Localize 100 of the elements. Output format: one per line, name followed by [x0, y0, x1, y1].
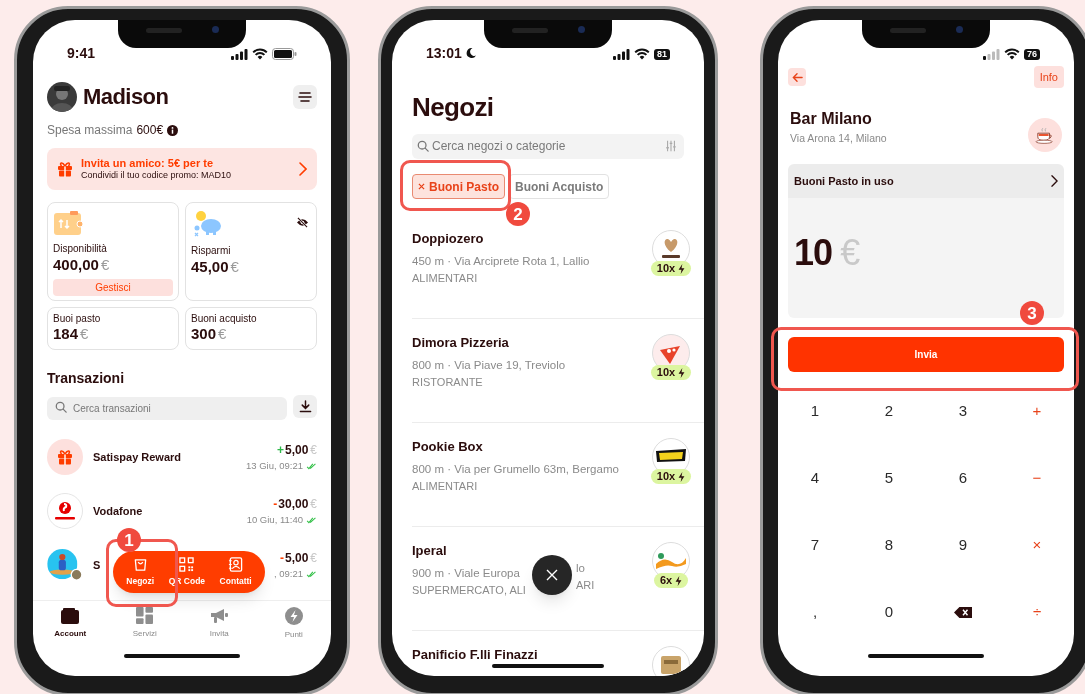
- bolt-icon: [678, 263, 686, 274]
- balance-amount: 45,00: [191, 257, 229, 277]
- battery-icon: [272, 48, 297, 60]
- close-icon: [546, 569, 558, 581]
- transaction-name: Satispay Reward: [93, 449, 182, 465]
- keypad-key[interactable]: 2: [852, 378, 926, 445]
- balance-label: Buoi pasto: [53, 312, 102, 326]
- coffee-cup-icon: [1034, 126, 1056, 144]
- tab[interactable]: Punti: [263, 606, 324, 641]
- keypad-key[interactable]: ÷: [1000, 579, 1074, 646]
- signal-icon: [231, 48, 248, 60]
- merchant-name: Bar Milano: [790, 109, 873, 130]
- send-button[interactable]: Invia: [788, 337, 1064, 372]
- balance-card[interactable]: Buoi pasto 184€: [47, 307, 179, 350]
- currency-symbol: €: [310, 441, 317, 459]
- close-icon: [418, 183, 425, 190]
- keypad-key[interactable]: +: [1000, 378, 1074, 445]
- transaction-date: 13 Giu, 09:21: [245, 458, 303, 473]
- quick-action[interactable]: Negozi: [123, 556, 158, 588]
- transaction-date: 10 Giu, 11:40: [246, 512, 303, 527]
- keypad-key[interactable]: 8: [852, 512, 926, 579]
- multiplier-text: 10x: [656, 367, 676, 378]
- tab[interactable]: Servizi: [114, 607, 175, 640]
- currency-symbol: €: [310, 495, 317, 513]
- tab[interactable]: Account: [40, 607, 101, 640]
- wallet-icon: [61, 607, 80, 624]
- store-address: 800 m · Via Piave 19, Treviolo: [412, 359, 566, 371]
- quick-action[interactable]: Contatti: [216, 556, 255, 588]
- keypad-key[interactable]: 5: [852, 445, 926, 512]
- tab[interactable]: Invita: [189, 607, 250, 640]
- amount-value: 10: [794, 231, 833, 275]
- voucher-selector[interactable]: Buoni Pasto in uso: [788, 164, 1064, 198]
- bolt-icon: [678, 367, 686, 378]
- filter-chip[interactable]: Buoni Acquisto: [509, 174, 610, 199]
- promo-banner[interactable]: Invita un amico: 5€ per te Condividi il tuo codice promo: MAD10: [47, 148, 317, 190]
- piggy-bank-icon: [192, 211, 222, 237]
- keypad-key[interactable]: 7: [778, 512, 852, 579]
- backspace-icon: [954, 607, 972, 618]
- eye-off-icon[interactable]: [296, 217, 309, 228]
- spending-value: 600€: [136, 122, 164, 139]
- store-address: 900 m · Viale Europa: [412, 567, 520, 579]
- keypad-key[interactable]: ×: [1000, 512, 1074, 579]
- keypad-key[interactable]: 9: [926, 512, 1000, 579]
- keypad-key[interactable]: ,: [778, 579, 852, 646]
- multiplier-text: 10x: [656, 263, 676, 274]
- transaction-date: , 09:21: [273, 566, 303, 581]
- section-title: Transazioni: [46, 369, 126, 388]
- wifi-icon: [634, 48, 650, 60]
- store-address: 800 m · Via per Grumello 63m, Bergamo: [412, 463, 619, 475]
- search-field[interactable]: Cerca negozi o categorie: [412, 133, 684, 159]
- keypad-key[interactable]: 4: [778, 445, 852, 512]
- store-category: SUPERMERCATO, ALI: [412, 584, 526, 596]
- menu-button[interactable]: [293, 84, 317, 109]
- store-name: Dimora Pizzeria: [412, 334, 510, 352]
- multiplier-text: 10x: [656, 471, 676, 482]
- transaction-amount: 5,00: [284, 441, 309, 459]
- store-address: 450 m · Via Arciprete Rota 1, Lallio: [412, 255, 590, 267]
- wifi-icon: [1004, 48, 1020, 60]
- balance-card[interactable]: Disponibilità 400,00€ Gestisci: [47, 202, 179, 301]
- balance-label: Risparmi: [191, 245, 232, 258]
- transaction-name: S: [93, 557, 101, 573]
- balance-label: Disponibilità: [53, 243, 108, 256]
- transaction-name: Vodafone: [93, 503, 143, 519]
- menu-icon: [298, 91, 312, 102]
- bolt-icon: [675, 575, 683, 586]
- wifi-icon: [252, 48, 268, 60]
- currency-symbol: €: [840, 231, 861, 275]
- close-button[interactable]: [532, 555, 572, 595]
- store-category: ALIMENTARI: [412, 480, 478, 492]
- currency-symbol: €: [230, 257, 239, 277]
- search-field[interactable]: Cerca transazioni: [47, 397, 287, 420]
- info-icon: [167, 124, 179, 136]
- search-icon: [55, 400, 67, 413]
- signal-icon: [613, 48, 630, 60]
- back-button[interactable]: [788, 68, 806, 86]
- balance-amount: 300: [191, 325, 217, 345]
- promo-title: Invita un amico: 5€ per te: [81, 156, 215, 171]
- keypad-key[interactable]: 1: [778, 378, 852, 445]
- amount-sign: -: [279, 549, 284, 567]
- download-button[interactable]: [293, 395, 317, 418]
- chevron-icon: [299, 162, 307, 176]
- store-name: Iperal: [412, 542, 448, 560]
- transaction-amount: 5,00: [284, 549, 309, 567]
- status-time: 9:41: [67, 46, 96, 60]
- balance-card[interactable]: Buoni acquisto 300€: [185, 307, 317, 350]
- balance-amount: 400,00: [53, 255, 99, 275]
- keypad-key[interactable]: 3: [926, 378, 1000, 445]
- signal-icon: [983, 48, 1000, 60]
- keypad-key[interactable]: 0: [852, 579, 926, 646]
- store-category: ALIMENTARI: [412, 272, 478, 284]
- spending-label: Spesa massima: [47, 122, 133, 139]
- grid-icon: [136, 607, 154, 624]
- back-arrow-icon: [791, 71, 803, 83]
- keypad-key[interactable]: −: [1000, 445, 1074, 512]
- amount-sign: -: [273, 495, 278, 513]
- contact-card-icon: [228, 556, 244, 572]
- keypad-key[interactable]: 6: [926, 445, 1000, 512]
- chevron-icon: [1051, 175, 1058, 187]
- balance-card[interactable]: Risparmi 45,00€: [185, 202, 317, 301]
- battery-level: 81: [654, 48, 670, 60]
